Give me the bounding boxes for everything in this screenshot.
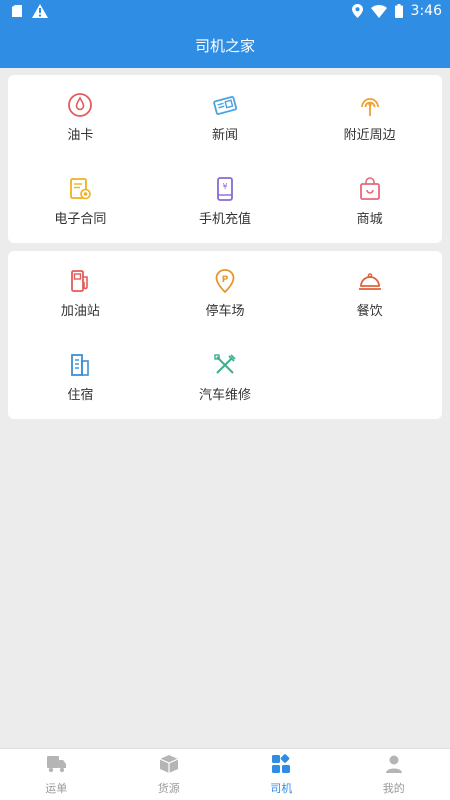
menu-item-parking[interactable]: P 停车场 [153, 251, 298, 335]
menu-item-label: 新闻 [211, 127, 238, 143]
menu-item-label: 商城 [356, 211, 383, 227]
menu-item-gas-station[interactable]: 加油站 [8, 251, 153, 335]
menu-item-phone-recharge[interactable]: ¥ 手机充值 [153, 159, 298, 243]
tab-label: 我的 [382, 781, 405, 795]
driver-icon [271, 753, 291, 778]
news-icon [212, 92, 238, 118]
services-card: 油卡 新闻 附近周边 电子合同 ¥ 手机充值 商城 [8, 75, 442, 243]
car-repair-icon [212, 352, 238, 378]
warning-icon [32, 4, 48, 18]
menu-item-mall[interactable]: 商城 [297, 159, 442, 243]
waybill-icon [45, 754, 67, 778]
status-bar: 3:46 [0, 0, 450, 24]
hotel-icon [67, 352, 93, 378]
app-bar: 司机之家 [0, 24, 450, 68]
menu-item-label: 餐饮 [356, 303, 383, 319]
menu-item-label: 电子合同 [54, 211, 107, 227]
menu-item-nearby[interactable]: 附近周边 [297, 75, 442, 159]
gas-station-icon [67, 268, 93, 294]
tab-label: 司机 [270, 781, 293, 795]
dining-icon [357, 268, 383, 294]
menu-item-hotel[interactable]: 住宿 [8, 335, 153, 419]
menu-item-label: 汽车维修 [198, 387, 251, 403]
menu-item-oil-card[interactable]: 油卡 [8, 75, 153, 159]
bottom-tab-bar: 运单 货源 司机 我的 [0, 748, 450, 800]
menu-item-dining[interactable]: 餐饮 [297, 251, 442, 335]
menu-item-e-contract[interactable]: 电子合同 [8, 159, 153, 243]
svg-text:¥: ¥ [222, 182, 227, 191]
menu-item-label: 住宿 [67, 387, 94, 403]
phone-recharge-icon: ¥ [212, 176, 238, 202]
menu-item-label: 附近周边 [343, 127, 396, 143]
nearby-icon [357, 92, 383, 118]
menu-item-label: 手机充值 [198, 211, 251, 227]
svg-text:P: P [222, 275, 229, 285]
tab-driver[interactable]: 司机 [225, 749, 338, 800]
tab-label: 货源 [157, 781, 180, 795]
menu-item-label: 油卡 [67, 127, 94, 143]
wifi-icon [370, 4, 387, 18]
battery-icon [394, 4, 403, 18]
tab-waybill[interactable]: 运单 [0, 749, 113, 800]
contract-icon [67, 176, 93, 202]
mall-icon [357, 176, 383, 202]
oil-card-icon [67, 92, 93, 118]
menu-item-news[interactable]: 新闻 [153, 75, 298, 159]
page-title: 司机之家 [194, 37, 255, 55]
parking-icon: P [212, 268, 238, 294]
menu-item-label: 加油站 [60, 303, 100, 319]
profile-icon [384, 754, 404, 778]
tab-label: 运单 [45, 781, 68, 795]
cargo-icon [158, 754, 180, 778]
facilities-card: 加油站 P 停车场 餐饮 住宿 汽车维修 [8, 251, 442, 419]
menu-item-label: 停车场 [205, 303, 245, 319]
tab-profile[interactable]: 我的 [338, 749, 450, 800]
location-icon [351, 4, 363, 18]
status-time: 3:46 [410, 3, 442, 19]
menu-item-car-repair[interactable]: 汽车维修 [153, 335, 298, 419]
tab-cargo[interactable]: 货源 [113, 749, 226, 800]
sd-card-icon [12, 5, 22, 17]
